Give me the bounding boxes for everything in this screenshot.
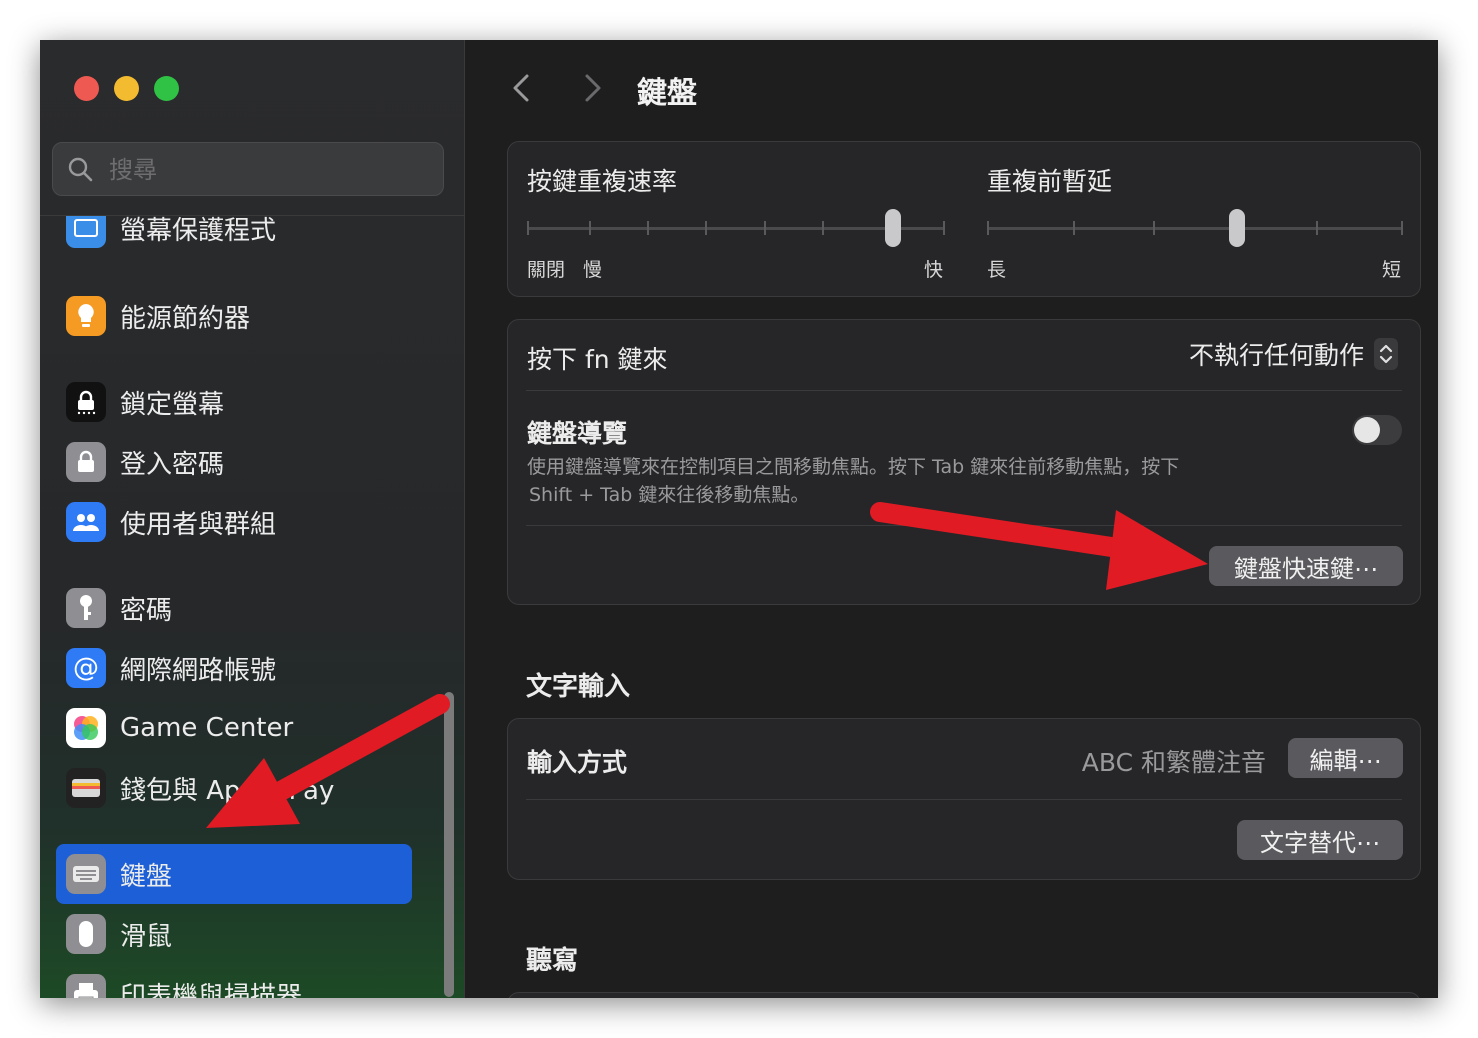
sidebar-item-label: 螢幕保護程式 xyxy=(120,216,277,246)
sidebar-item-energy-saver[interactable]: 能源節約器 xyxy=(56,288,412,344)
sidebar-item-label: 鎖定螢幕 xyxy=(120,389,225,420)
row-separator xyxy=(526,525,1402,526)
row-separator xyxy=(526,799,1402,800)
at-sign-icon: @ xyxy=(66,648,106,688)
wallet-icon xyxy=(66,768,106,808)
lightbulb-icon xyxy=(66,296,106,336)
sidebar-item-wallet[interactable]: 錢包與 Apple Pay xyxy=(56,760,412,816)
game-center-icon xyxy=(66,708,106,748)
sidebar-item-game-center[interactable]: Game Center xyxy=(56,700,412,756)
dictation-card xyxy=(507,992,1421,998)
sidebar-item-label: 鍵盤 xyxy=(120,861,173,892)
key-icon xyxy=(66,588,106,628)
keyboard-nav-description-1: 使用鍵盤導覽來在控制項目之間移動焦點。按下 Tab 鍵來往前移動焦點，按下 xyxy=(527,456,1180,478)
lock-screen-icon xyxy=(66,382,106,422)
sidebar-item-label: 印表機與掃描器 xyxy=(120,981,303,999)
zoom-window-button[interactable] xyxy=(154,76,179,101)
lock-icon xyxy=(66,442,106,482)
settings-window: 螢幕保護程式 能源節約器 鎖定螢幕 登入密碼 xyxy=(40,40,1438,998)
sidebar-item-internet-accounts[interactable]: @ 網際網路帳號 xyxy=(56,640,412,696)
sidebar-item-passwords[interactable]: 密碼 xyxy=(56,580,412,636)
input-sources-value: ABC 和繁體注音 xyxy=(1081,748,1266,777)
keyboard-icon xyxy=(66,854,106,894)
key-repeat-label: 按鍵重複速率 xyxy=(527,167,678,196)
sidebar-item-label: 使用者與群組 xyxy=(120,509,277,540)
key-repeat-slow-label: 慢 xyxy=(583,259,603,281)
fn-key-label: 按下 fn 鍵來 xyxy=(527,345,668,374)
key-repeat-card: 按鍵重複速率 重複前暫延 關閉 慢 快 長 短 xyxy=(507,141,1421,297)
fn-key-value: 不執行任何動作 xyxy=(1188,341,1364,370)
forward-chevron-icon[interactable] xyxy=(579,70,609,106)
sidebar-item-users-groups[interactable]: 使用者與群組 xyxy=(56,494,412,550)
input-sources-label: 輸入方式 xyxy=(527,748,628,777)
keyboard-nav-label: 鍵盤導覽 xyxy=(527,419,628,448)
sidebar-item-label: 登入密碼 xyxy=(120,449,225,480)
search-field[interactable] xyxy=(52,142,444,197)
text-replacements-button[interactable]: 文字替代⋯ xyxy=(1237,820,1403,860)
page-title: 鍵盤 xyxy=(637,76,697,111)
sidebar-item-label: 能源節約器 xyxy=(120,303,251,334)
search-icon xyxy=(68,157,93,182)
sidebar-scrollbar[interactable] xyxy=(444,692,454,997)
sidebar-item-label: 網際網路帳號 xyxy=(120,655,277,686)
fn-nav-card: 按下 fn 鍵來 不執行任何動作 鍵盤導覽 使用鍵盤導覽來在控制項目之間移動焦點… xyxy=(507,319,1421,605)
dictation-section-title: 聽寫 xyxy=(526,946,579,976)
key-repeat-fast-label: 快 xyxy=(924,259,944,281)
users-icon xyxy=(66,502,106,542)
close-window-button[interactable] xyxy=(74,76,99,101)
text-input-card: 輸入方式 ABC 和繁體注音 編輯⋯ 文字替代⋯ xyxy=(507,718,1421,880)
screensaver-icon xyxy=(66,216,106,248)
keyboard-nav-toggle[interactable] xyxy=(1352,415,1402,445)
key-repeat-off-label: 關閉 xyxy=(527,259,566,281)
sidebar-list: 螢幕保護程式 能源節約器 鎖定螢幕 登入密碼 使用者與群組 密碼 @ 網際網路帳… xyxy=(40,216,464,998)
keyboard-shortcuts-button[interactable]: 鍵盤快速鍵⋯ xyxy=(1209,546,1403,586)
edit-input-sources-button[interactable]: 編輯⋯ xyxy=(1288,738,1403,778)
repeat-delay-long-label: 長 xyxy=(987,259,1007,281)
toggle-knob xyxy=(1354,417,1380,443)
sidebar-item-login-password[interactable]: 登入密碼 xyxy=(56,434,412,490)
text-input-section-title: 文字輸入 xyxy=(526,672,631,702)
sidebar-item-screensaver[interactable]: 螢幕保護程式 xyxy=(56,216,412,256)
mouse-icon xyxy=(66,914,106,954)
sidebar-item-label: 錢包與 Apple Pay xyxy=(120,775,335,806)
fn-key-select[interactable]: 不執行任何動作 xyxy=(1189,336,1398,372)
back-chevron-icon[interactable] xyxy=(505,70,535,106)
minimize-window-button[interactable] xyxy=(114,76,139,101)
key-repeat-thumb[interactable] xyxy=(884,209,901,247)
printer-icon xyxy=(66,974,106,998)
sidebar-item-label: Game Center xyxy=(120,713,294,743)
repeat-delay-thumb[interactable] xyxy=(1228,209,1245,247)
keyboard-nav-description-2: Shift + Tab 鍵來往後移動焦點。 xyxy=(529,484,810,506)
sidebar-item-keyboard[interactable]: 鍵盤 xyxy=(56,844,412,904)
sidebar-item-label: 密碼 xyxy=(120,595,173,626)
up-down-chevron-icon xyxy=(1374,338,1398,370)
main-pane: 鍵盤 按鍵重複速率 重複前暫延 關閉 慢 快 長 短 按下 fn 鍵來 不執行任… xyxy=(465,40,1438,998)
repeat-delay-label: 重複前暫延 xyxy=(987,167,1113,196)
sidebar: 螢幕保護程式 能源節約器 鎖定螢幕 登入密碼 xyxy=(40,40,465,998)
sidebar-item-printers[interactable]: 印表機與掃描器 xyxy=(56,966,412,998)
sidebar-item-mouse[interactable]: 滑鼠 xyxy=(56,906,412,962)
row-separator xyxy=(526,390,1402,391)
search-input[interactable] xyxy=(107,143,431,197)
sidebar-item-lock-screen[interactable]: 鎖定螢幕 xyxy=(56,374,412,430)
sidebar-item-label: 滑鼠 xyxy=(120,921,173,952)
repeat-delay-short-label: 短 xyxy=(1382,259,1402,281)
